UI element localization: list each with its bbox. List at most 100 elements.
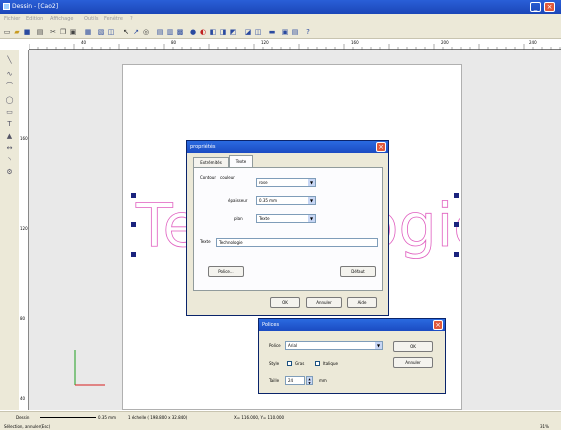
close-button[interactable]: × (544, 2, 555, 12)
police-button[interactable]: Police... (208, 266, 244, 277)
circle-tool-icon[interactable]: ◯ (5, 96, 14, 105)
taille-stepper[interactable]: ▲ ▼ (306, 376, 313, 385)
save-icon[interactable]: ■ (23, 28, 31, 36)
status-bar: Dessin 0.35 mm 1 échelle ( 198.800 x 32.… (0, 411, 561, 430)
edit-node-icon[interactable]: ↗ (132, 28, 140, 36)
toolbar: ▭ ▰ ■ ▤ ✂ ❐ ▣ ▦ ▧ ◫ ↖ ↗ ◎ ▤ ▥ ▩ ● ◐ ◧ ◨ … (0, 25, 561, 39)
font-cancel-button[interactable]: Annuler (393, 357, 433, 368)
epaisseur-select[interactable]: 0.35 mm ▼ (256, 196, 316, 205)
selection-handle-bl[interactable] (131, 252, 136, 257)
scale-icon[interactable]: ◩ (229, 28, 237, 36)
selection-handle-tr[interactable] (454, 193, 459, 198)
copy-icon[interactable]: ❐ (59, 28, 67, 36)
defaut-button[interactable]: Défaut (340, 266, 376, 277)
new-icon[interactable]: ▭ (3, 28, 11, 36)
menu-item-edit[interactable]: Edition (26, 16, 43, 22)
render-icon[interactable]: ▬ (268, 28, 276, 36)
snap-icon[interactable]: ◫ (107, 28, 115, 36)
status-hint: Sélection, annuler(Esc) (4, 424, 51, 429)
properties-ok-button[interactable]: OK (270, 297, 300, 308)
minimize-button[interactable]: _ (530, 2, 541, 12)
couleur-value: rose (259, 180, 268, 185)
menu-item-window[interactable]: Fenêtre (104, 16, 123, 22)
h-tick-40: 40 (81, 40, 87, 45)
h-tick-120: 120 (261, 40, 269, 45)
font-close-icon[interactable]: × (433, 320, 443, 330)
gras-checkbox[interactable] (287, 361, 292, 366)
paste-icon[interactable]: ▣ (69, 28, 77, 36)
properties-close-icon[interactable]: × (376, 142, 386, 152)
menu-item-help[interactable]: ? (130, 16, 133, 22)
selection-handle-br[interactable] (454, 252, 459, 257)
plan-value: Texte (259, 216, 270, 221)
font-dialog-title: Polices (262, 322, 280, 328)
epaisseur-value: 0.35 mm (259, 198, 277, 203)
color-icon[interactable]: ◐ (199, 28, 207, 36)
font-caption: Polices × (259, 319, 445, 331)
zoom-icon[interactable]: ◎ (142, 28, 150, 36)
back-icon[interactable]: ◫ (254, 28, 262, 36)
selection-handle-mr[interactable] (454, 222, 459, 227)
align-icon[interactable]: ▤ (156, 28, 164, 36)
v-tick-40: 40 (20, 396, 26, 401)
status-thickness: 0.35 mm (98, 415, 116, 420)
h-tick-240: 240 (529, 40, 537, 45)
fill-icon[interactable]: ● (189, 28, 197, 36)
properties-cancel-button[interactable]: Annuler (306, 297, 342, 308)
taille-input[interactable]: 24 (285, 376, 305, 385)
rotate-icon[interactable]: ◨ (219, 28, 227, 36)
grid-icon[interactable]: ▦ (84, 28, 92, 36)
epaisseur-label: épaisseur (228, 198, 248, 203)
cut-icon[interactable]: ✂ (49, 28, 57, 36)
couleur-select[interactable]: rose ▼ (256, 178, 316, 187)
chevron-down-icon[interactable]: ▼ (308, 197, 315, 204)
title-bar: Dessin - [Cao2] _ × (0, 0, 561, 14)
status-coords: X= 116.000, Y= 110.000 (234, 415, 285, 420)
font-ok-button[interactable]: OK (393, 341, 433, 352)
properties-help-button[interactable]: Aide (347, 297, 377, 308)
curve-tool-icon[interactable]: ⌒ (5, 82, 14, 91)
arc-tool-icon[interactable]: ◝ (5, 156, 14, 165)
front-icon[interactable]: ◪ (244, 28, 252, 36)
selection-handle-tl[interactable] (131, 193, 136, 198)
dimension-tool-icon[interactable]: ↔ (5, 144, 14, 153)
gear-tool-icon[interactable]: ⚙ (5, 168, 14, 177)
group-icon[interactable]: ▩ (176, 28, 184, 36)
italique-checkbox[interactable] (315, 361, 320, 366)
rectangle-tool-icon[interactable]: ▭ (5, 108, 14, 117)
print-icon[interactable]: ▤ (36, 28, 44, 36)
plan-select[interactable]: Texte ▼ (256, 214, 316, 223)
chevron-down-icon[interactable]: ▼ (308, 215, 315, 222)
v-tick-160: 160 (20, 136, 28, 141)
menu-item-file[interactable]: Fichier (4, 16, 20, 22)
mirror-icon[interactable]: ◧ (209, 28, 217, 36)
status-scale: 1 échelle ( 198.800 x 32.840) (128, 415, 188, 420)
tab-extremites[interactable]: Extrémités (193, 157, 229, 167)
help-icon[interactable]: ? (304, 28, 312, 36)
v-tick-120: 120 (20, 226, 28, 231)
selection-handle-ml[interactable] (131, 222, 136, 227)
menu-item-tools[interactable]: Outils (84, 16, 98, 22)
menu-item-view[interactable]: Affichage (50, 16, 74, 22)
status-layer: Dessin (16, 415, 30, 420)
chevron-down-icon[interactable]: ▼ (375, 342, 382, 349)
police-select[interactable]: Arial ▼ (285, 341, 383, 350)
import-icon[interactable]: ▤ (291, 28, 299, 36)
thickness-line (40, 417, 96, 418)
text-tool-icon[interactable]: T (5, 120, 14, 129)
chevron-down-icon[interactable]: ▼ (308, 179, 315, 186)
v-tick-80: 80 (20, 316, 26, 321)
line-tool-icon[interactable]: ╲ (5, 56, 14, 65)
image-tool-icon[interactable]: ▲ (5, 132, 14, 141)
layer-icon[interactable]: ▧ (97, 28, 105, 36)
vertical-ruler: 160 120 80 40 (19, 50, 29, 410)
style-label: Style (269, 361, 280, 366)
export-icon[interactable]: ▣ (281, 28, 289, 36)
origin-axes (74, 350, 105, 386)
texte-input[interactable]: Technologie (216, 238, 378, 247)
polyline-tool-icon[interactable]: ∿ (5, 70, 14, 79)
select-arrow-icon[interactable]: ↖ (122, 28, 130, 36)
italique-label: Italique (323, 361, 338, 366)
open-icon[interactable]: ▰ (13, 28, 21, 36)
distribute-icon[interactable]: ▥ (166, 28, 174, 36)
